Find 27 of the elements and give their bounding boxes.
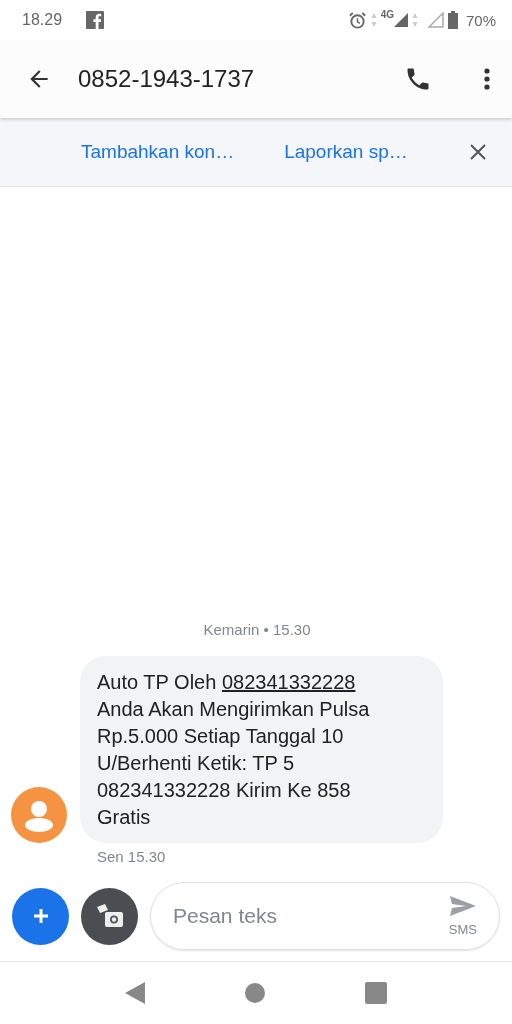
camera-icon [94, 903, 125, 929]
banner-link[interactable]: Laporkan sp… [284, 141, 408, 163]
message-text: Auto TP Oleh 082341332228 Anda Akan Mengirimkan Pulsa Rp.5.000 Setiap Tanggal 10 U/Berhenti Ketik: TP 5 082341332228 Kirim Ke 858 Gratis [97, 670, 371, 830]
close-icon [468, 142, 488, 162]
data-arrows-icon [411, 12, 418, 28]
battery-percent: 70% [465, 11, 496, 29]
data-arrows-icon [370, 12, 377, 28]
phone-link[interactable]: 082341332228 [221, 671, 356, 693]
home-nav-button[interactable] [245, 983, 265, 1003]
facebook-icon [86, 11, 105, 29]
camera-button[interactable] [81, 887, 138, 945]
contact-number: 0852-1943-1737 [78, 65, 255, 93]
battery-icon [447, 11, 458, 29]
signal-icon [393, 13, 408, 27]
message-time: Sen 15.30 [97, 848, 167, 865]
status-time: 18.29 [22, 11, 63, 29]
back-nav-button[interactable] [125, 982, 145, 1004]
banner-link[interactable]: Tambahkan kon… [81, 141, 235, 163]
date-header: Kemarin • 15.30 [203, 621, 311, 638]
network-type: 4G [380, 9, 394, 20]
send-button[interactable]: SMS [448, 895, 477, 937]
more-vert-icon [484, 67, 490, 91]
alarm-icon [347, 10, 367, 30]
send-icon [449, 895, 476, 916]
add-button[interactable] [12, 887, 69, 945]
avatar-icon [11, 787, 67, 843]
signal-empty-icon [427, 12, 444, 28]
